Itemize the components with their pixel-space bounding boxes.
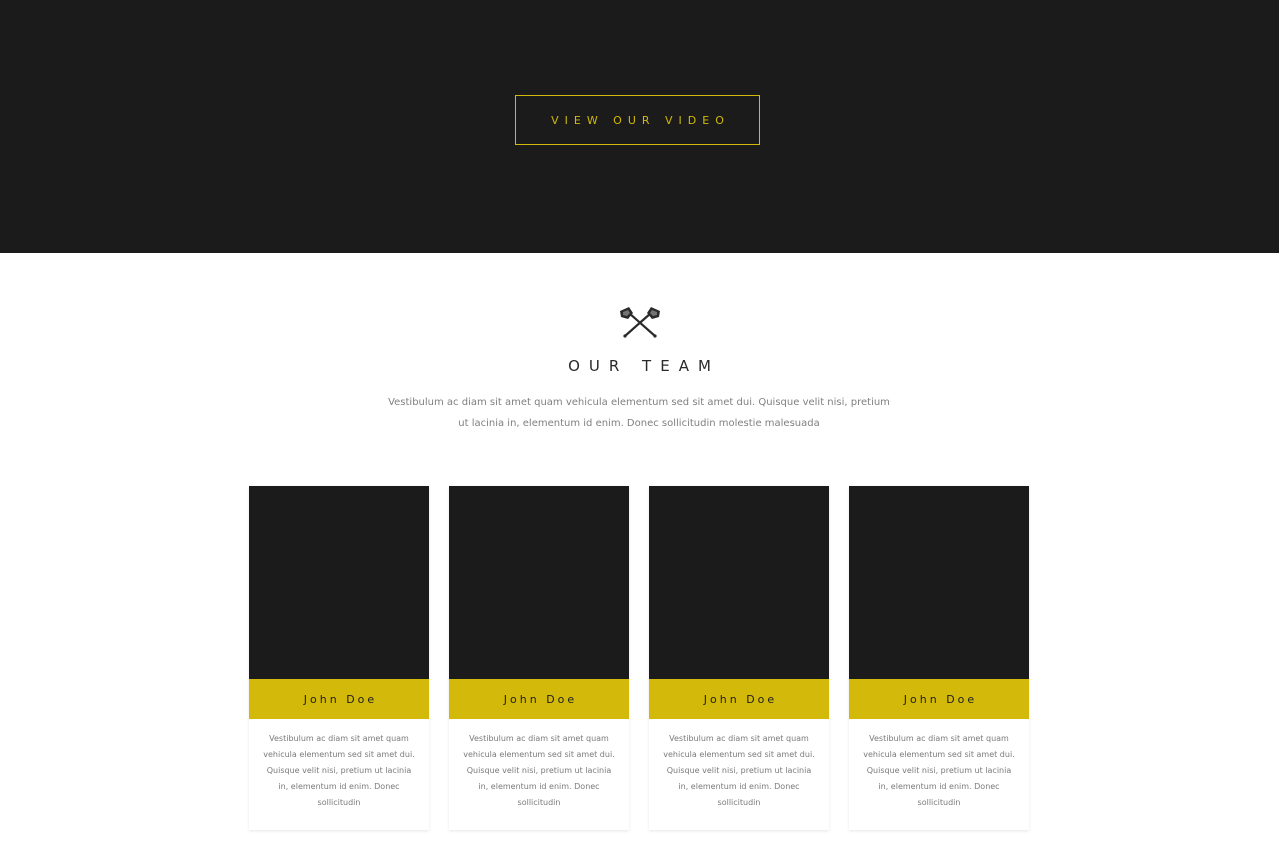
- member-bio: Vestibulum ac diam sit amet quam vehicul…: [663, 734, 815, 807]
- member-photo: [249, 486, 429, 679]
- team-member-card: John Doe Vestibulum ac diam sit amet qua…: [649, 486, 829, 830]
- member-name: John Doe: [449, 679, 629, 719]
- member-name: John Doe: [249, 679, 429, 719]
- team-member-card: John Doe Vestibulum ac diam sit amet qua…: [849, 486, 1029, 830]
- team-intro-text: Vestibulum ac diam sit amet quam vehicul…: [388, 397, 890, 429]
- team-section: OUR TEAM Vestibulum ac diam sit amet qua…: [0, 253, 1279, 866]
- member-bio: Vestibulum ac diam sit amet quam vehicul…: [463, 734, 615, 807]
- member-photo: [449, 486, 629, 679]
- team-title: OUR TEAM: [568, 357, 720, 375]
- member-name: John Doe: [649, 679, 829, 719]
- crossed-axes-icon: [620, 307, 660, 338]
- team-member-card: John Doe Vestibulum ac diam sit amet qua…: [249, 486, 429, 830]
- member-name: John Doe: [849, 679, 1029, 719]
- member-photo: [849, 486, 1029, 679]
- view-video-button[interactable]: VIEW OUR VIDEO: [515, 95, 760, 145]
- hero-section: VIEW OUR VIDEO: [0, 0, 1279, 253]
- member-bio: Vestibulum ac diam sit amet quam vehicul…: [263, 734, 415, 807]
- member-photo: [649, 486, 829, 679]
- team-member-card: John Doe Vestibulum ac diam sit amet qua…: [449, 486, 629, 830]
- member-bio: Vestibulum ac diam sit amet quam vehicul…: [863, 734, 1015, 807]
